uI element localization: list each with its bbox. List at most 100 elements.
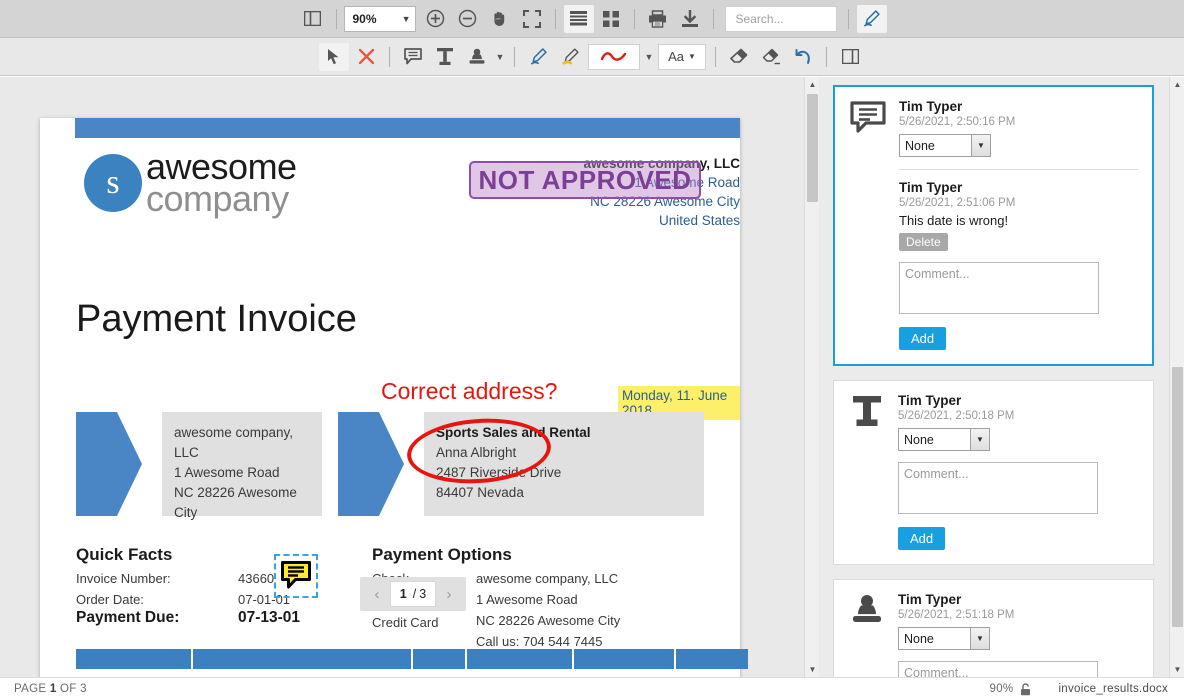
- table-header-cell: [467, 649, 572, 669]
- comment-author: Tim Typer: [899, 99, 963, 114]
- chevron-down-icon: ▼: [970, 628, 989, 649]
- payment-due-value: 07-13-01: [238, 609, 301, 626]
- highlighter-tool-icon[interactable]: [555, 43, 585, 71]
- line-style-chevron-icon[interactable]: ▼: [642, 44, 656, 70]
- clear-annotations-icon[interactable]: [756, 43, 786, 71]
- toolbar-separator: [514, 46, 515, 67]
- previous-page-button[interactable]: ‹: [364, 581, 390, 607]
- sidebar-toggle-icon[interactable]: [298, 5, 328, 33]
- comment-status-value: None: [904, 631, 934, 646]
- comments-panel: Tim Typer 5/26/2021, 2:50:16 PM None ▼ T…: [819, 77, 1184, 677]
- add-comment-button[interactable]: Add: [898, 527, 946, 550]
- free-text-annotation-correct-address[interactable]: Correct address?: [381, 378, 557, 405]
- comment-card[interactable]: Tim Typer 5/26/2021, 2:50:16 PM None ▼ T…: [833, 85, 1154, 366]
- eraser-tool-icon[interactable]: [724, 43, 754, 71]
- reply-timestamp: 5/26/2021, 2:51:06 PM: [899, 197, 1016, 209]
- comments-panel-scrollbar[interactable]: ▲ ▼: [1169, 77, 1184, 677]
- annotate-mode-icon[interactable]: [856, 4, 887, 33]
- page-total-value: 3: [80, 683, 87, 695]
- comment-status-select[interactable]: None ▼: [898, 428, 990, 451]
- comment-card-body: Tim Typer 5/26/2021, 2:50:16 PM None ▼ T…: [899, 99, 1138, 350]
- not-approved-stamp-annotation[interactable]: NOT APPROVED: [469, 161, 701, 199]
- zoom-select[interactable]: 90% ▼: [343, 5, 416, 32]
- quick-facts-labels: Invoice Number: Order Date:: [76, 568, 171, 610]
- font-style-selector[interactable]: Aa ▼: [658, 43, 706, 70]
- toolbar-separator: [335, 8, 337, 29]
- fit-page-icon[interactable]: [517, 5, 547, 33]
- comment-status-select[interactable]: None ▼: [899, 134, 991, 157]
- address-from-line-0: awesome company, LLC: [174, 425, 294, 460]
- select-tool-icon[interactable]: [319, 42, 349, 71]
- add-comment-button[interactable]: Add: [899, 327, 947, 350]
- line-style-selector[interactable]: [588, 43, 640, 70]
- main-toolbar-group: 90% ▼: [297, 4, 888, 33]
- comment-card[interactable]: Tim Typer 5/26/2021, 2:50:18 PM None ▼ A…: [833, 380, 1154, 565]
- sticky-note-annotation[interactable]: [274, 554, 318, 598]
- filename-label: invoice_results.docx: [1058, 683, 1168, 695]
- grid-layout-icon[interactable]: [596, 5, 626, 33]
- scroll-up-arrow-icon[interactable]: ▲: [1170, 77, 1184, 92]
- toolbar-separator: [826, 46, 827, 67]
- document-page[interactable]: s awesome company awesome company, LLC 1…: [40, 118, 748, 677]
- delete-reply-button[interactable]: Delete: [899, 233, 948, 251]
- document-scrollbar-thumb[interactable]: [807, 94, 818, 202]
- page-navigation-control[interactable]: ‹ 1 / 3 ›: [360, 577, 466, 611]
- free-text-tool-icon[interactable]: [430, 43, 460, 71]
- zoom-out-icon[interactable]: [453, 5, 483, 33]
- annotation-toolbar: ▼ ▼ Aa ▼: [0, 38, 1184, 76]
- comment-timestamp: 5/26/2021, 2:51:18 PM: [898, 609, 1015, 621]
- toolbar-separator: [633, 8, 635, 29]
- sticky-note-tool-icon[interactable]: [398, 43, 428, 71]
- document-scrollbar[interactable]: ▲ ▼: [804, 77, 819, 677]
- workspace: s awesome company awesome company, LLC 1…: [0, 77, 1184, 677]
- reply-author: Tim Typer: [899, 180, 963, 195]
- page-of-label: OF: [60, 683, 77, 695]
- address-from-line-2: NC 28226 Awesome City: [174, 484, 297, 520]
- document-viewer[interactable]: s awesome company awesome company, LLC 1…: [0, 77, 819, 677]
- status-bar-right: 90% invoice_results.docx: [990, 682, 1184, 696]
- pan-hand-icon[interactable]: [485, 5, 515, 33]
- comment-card[interactable]: Tim Typer 5/26/2021, 2:51:18 PM None ▼ A…: [833, 579, 1154, 677]
- chevron-down-icon: ▼: [970, 429, 989, 450]
- toolbar-separator: [712, 8, 714, 29]
- pen-tool-icon[interactable]: [523, 43, 553, 71]
- single-page-layout-icon[interactable]: [563, 4, 594, 33]
- print-icon[interactable]: [643, 5, 673, 33]
- chevron-down-icon: ▼: [971, 135, 990, 156]
- comment-panel-toggle-icon[interactable]: [835, 43, 865, 71]
- scroll-down-arrow-icon[interactable]: ▼: [805, 662, 819, 677]
- undo-icon[interactable]: [788, 43, 818, 71]
- comment-status-select[interactable]: None ▼: [898, 627, 990, 650]
- scroll-down-arrow-icon[interactable]: ▼: [1170, 662, 1184, 677]
- comment-input[interactable]: [899, 262, 1099, 314]
- logo-wordmark: awesome company: [146, 149, 297, 216]
- table-header-cell: [676, 649, 748, 669]
- address-from-box: awesome company, LLC 1 Awesome Road NC 2…: [162, 412, 322, 520]
- delete-annotation-icon[interactable]: [351, 43, 381, 71]
- logo-letter: s: [106, 163, 120, 201]
- stamp-icon: [846, 592, 888, 677]
- download-icon[interactable]: [675, 5, 705, 33]
- comments-scrollbar-thumb[interactable]: [1172, 367, 1183, 627]
- comment-input[interactable]: [898, 462, 1098, 514]
- search-input-wrapper[interactable]: [724, 5, 837, 32]
- pdf-annotator-app: 90% ▼ Search... ▼ ▼ Aa ▼ s awesome compa…: [0, 0, 1184, 700]
- zoom-in-icon[interactable]: [421, 5, 451, 33]
- stamp-tool-icon[interactable]: [462, 43, 492, 71]
- page-indicator: PAGE 1 OF 3: [0, 683, 87, 695]
- main-toolbar: 90% ▼: [0, 0, 1184, 38]
- toolbar-separator: [715, 46, 716, 67]
- scroll-up-arrow-icon[interactable]: ▲: [805, 77, 819, 92]
- document-title: Payment Invoice: [76, 298, 357, 340]
- comment-card-body: Tim Typer 5/26/2021, 2:50:18 PM None ▼ A…: [898, 393, 1139, 550]
- page-number-field[interactable]: 1 / 3: [390, 581, 436, 607]
- payment-method-credit: Credit Card: [372, 615, 439, 630]
- next-page-button[interactable]: ›: [436, 581, 462, 607]
- stamp-dropdown-chevron-icon[interactable]: ▼: [493, 44, 507, 70]
- search-input[interactable]: [733, 10, 828, 27]
- toolbar-separator: [389, 46, 390, 67]
- quick-facts-label-0: Invoice Number:: [76, 571, 171, 586]
- note-icon: [281, 561, 311, 589]
- comment-input[interactable]: [898, 661, 1098, 677]
- payment-check-line-0: awesome company, LLC: [476, 571, 619, 586]
